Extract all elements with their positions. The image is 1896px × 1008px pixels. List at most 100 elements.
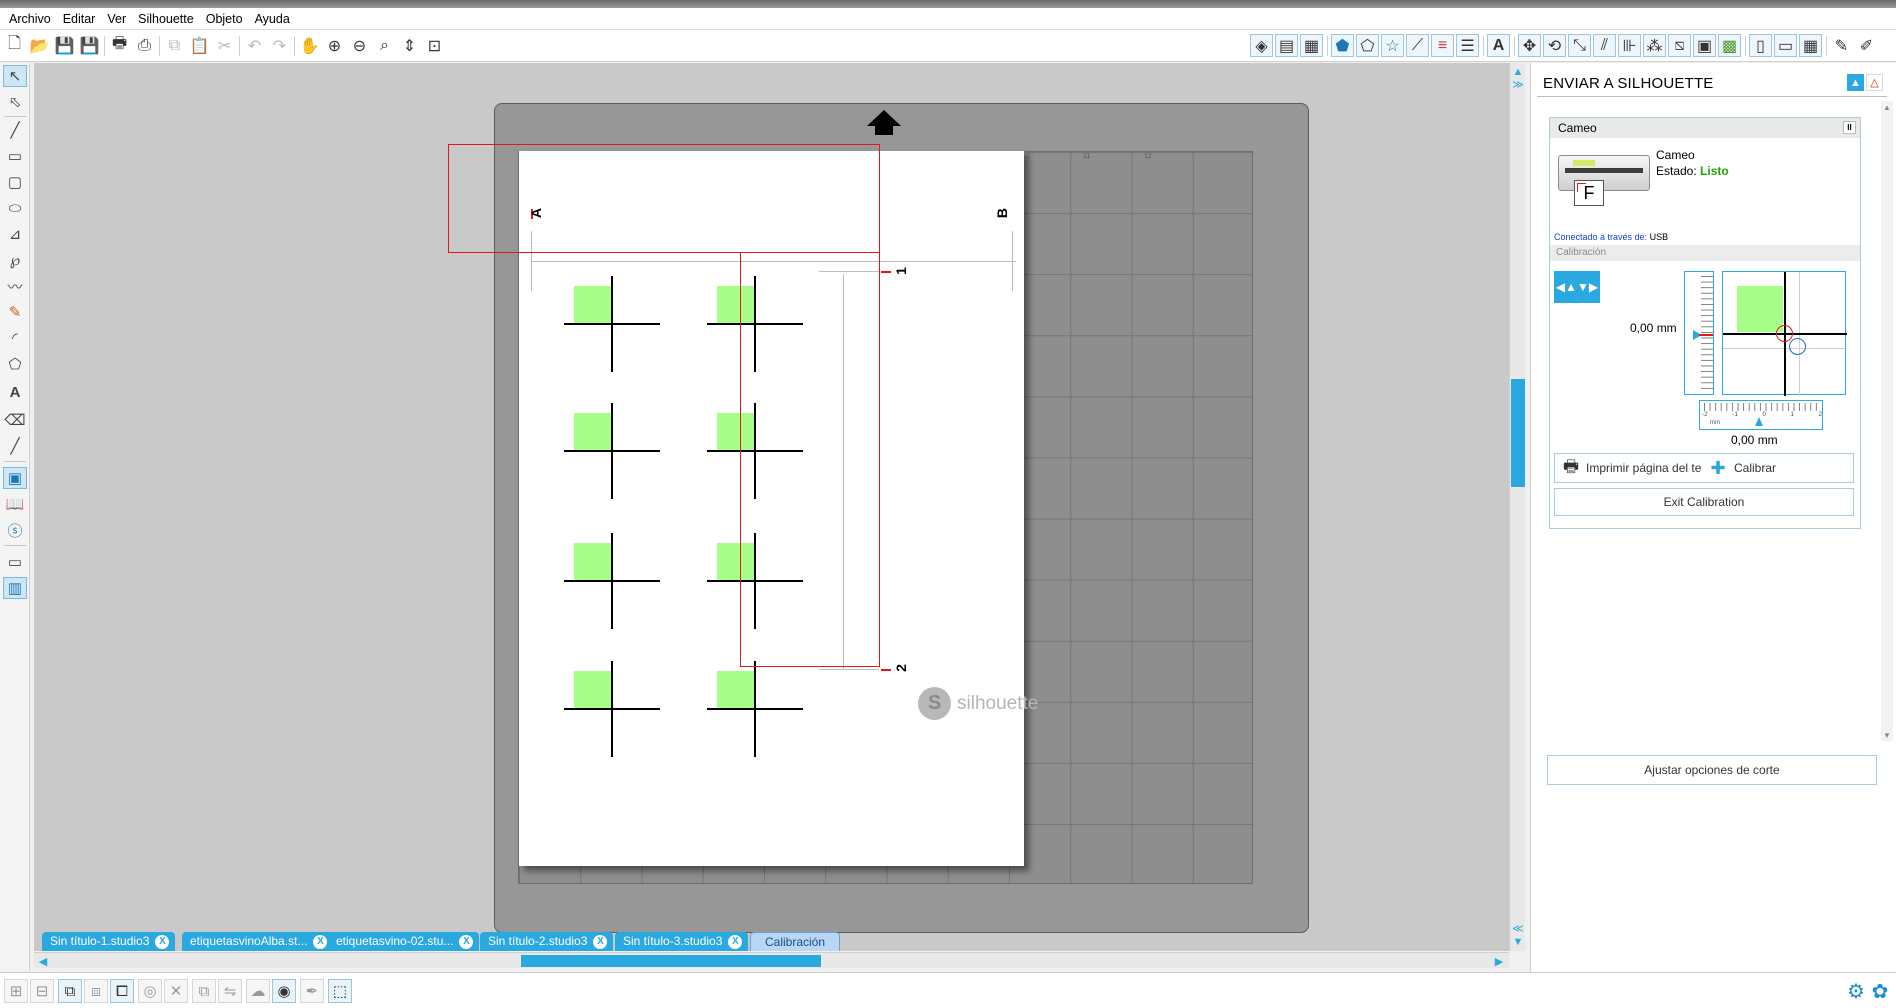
online-store-icon[interactable]: ⓢ <box>3 519 27 541</box>
sketch-icon[interactable]: ✎ <box>1830 34 1853 57</box>
replicate-icon[interactable]: ⁂ <box>1643 34 1666 57</box>
tab-sin-titulo-2[interactable]: Sin título-2.studio3 X <box>480 932 614 951</box>
duplicate-icon[interactable]: ⧉ <box>192 979 216 1003</box>
compound-path-icon[interactable]: ⧉ <box>58 979 82 1003</box>
panel-scroll-down-icon[interactable]: ▼ <box>1881 729 1893 741</box>
page-setup-icon[interactable]: ▤ <box>1275 34 1298 57</box>
design-view-icon[interactable]: ▣ <box>3 467 27 489</box>
fill-icon[interactable]: ⬟ <box>1331 34 1354 57</box>
pan-icon[interactable]: ✋ <box>298 34 321 57</box>
line-color-icon[interactable]: ≡ <box>1431 34 1454 57</box>
zoom-fit-icon[interactable]: ⊡ <box>423 34 446 57</box>
vertical-offset-ruler[interactable] <box>1684 271 1714 395</box>
horizontal-scrollbar[interactable]: ◀ ▶ <box>34 952 1509 968</box>
library-icon[interactable]: ▦ <box>1799 34 1822 57</box>
panel-scroll-up-icon[interactable]: ▲ <box>1881 101 1893 113</box>
eraser-tool-icon[interactable]: ⌫ <box>3 409 27 431</box>
scroll-right-icon[interactable]: ▶ <box>1492 954 1506 968</box>
ungroup-icon[interactable]: ⊟ <box>30 979 54 1003</box>
tab-close-icon[interactable]: X <box>155 935 170 949</box>
offset-icon[interactable]: ▣ <box>1693 34 1716 57</box>
scroll-left-icon[interactable]: ◀ <box>36 954 50 968</box>
fill-pattern-bottom-icon[interactable]: ☁ <box>246 979 270 1003</box>
ellipse-tool-icon[interactable]: ⬭ <box>3 197 27 219</box>
rectangle-tool-icon[interactable]: ▭ <box>3 145 27 167</box>
offset-bottom-icon[interactable]: ◉ <box>272 979 296 1003</box>
align-icon[interactable]: ⊪ <box>1618 34 1641 57</box>
pause-icon[interactable]: II <box>1843 121 1856 134</box>
mirror-icon[interactable]: ⇋ <box>218 979 242 1003</box>
modify-icon[interactable]: ⧅ <box>1668 34 1691 57</box>
tab-etiquetasvinoalba[interactable]: etiquetasvinoAlba.st... X <box>182 932 334 951</box>
calibrate-crosshair-icon[interactable]: ✚ <box>1708 458 1728 479</box>
curve-tool-icon[interactable]: ℘ <box>3 249 27 271</box>
new-document-icon[interactable]: 🗋 <box>3 34 26 57</box>
tab-etiquetasvino-02[interactable]: etiquetasvino-02.stu... X <box>328 932 480 951</box>
freehand-tool-icon[interactable]: 〰 <box>3 275 27 297</box>
tab-close-icon[interactable]: X <box>313 935 328 949</box>
zoom-in-icon[interactable]: ⊕ <box>323 34 346 57</box>
save-as-icon[interactable]: 💾 <box>78 34 101 57</box>
panel-scrollbar[interactable]: ▲ ▼ <box>1881 101 1893 741</box>
rotate-icon[interactable]: ⟲ <box>1543 34 1566 57</box>
grid-icon[interactable]: ▦ <box>1300 34 1323 57</box>
bring-to-front-icon[interactable]: ⧠ <box>110 979 134 1003</box>
zoom-select-icon[interactable]: ⌕ <box>373 34 396 57</box>
vertical-scrollbar[interactable]: ▲ ≫ ≪ ▼ <box>1509 63 1525 951</box>
horizontal-offset-pointer[interactable] <box>1755 417 1763 426</box>
nudge-arrows-button[interactable]: ◀▲▼▶ <box>1554 271 1600 303</box>
cut-settings-icon[interactable]: ▯ <box>1749 34 1772 57</box>
horizontal-offset-ruler[interactable]: -2 -1 0 1 2 mm <box>1699 400 1823 430</box>
text-icon[interactable]: A <box>1487 34 1510 57</box>
open-icon[interactable]: 📂 <box>28 34 51 57</box>
exit-calibration-button[interactable]: Exit Calibration <box>1554 488 1854 516</box>
text-style-icon[interactable]: ☰ <box>1456 34 1479 57</box>
select-tool-icon[interactable]: ↖ <box>3 65 27 87</box>
menu-objeto[interactable]: Objeto <box>200 8 249 30</box>
preferences-gear-icon[interactable]: ✿ <box>1868 979 1892 1003</box>
point-edit-tool-icon[interactable]: ⬁ <box>3 91 27 113</box>
menu-editar[interactable]: Editar <box>57 8 102 30</box>
print-test-page-button[interactable]: 🖶 Imprimir página del te ✚ Calibrar <box>1554 453 1854 483</box>
vertical-scroll-thumb[interactable] <box>1511 379 1525 487</box>
paste-icon[interactable]: 📋 <box>188 34 211 57</box>
delete-icon[interactable]: ✕ <box>164 979 188 1003</box>
panel-collapse-icon[interactable]: ▲ <box>1847 74 1864 91</box>
horizontal-scroll-thumb[interactable] <box>521 955 821 967</box>
scroll-down-icon[interactable]: ▼ <box>1511 935 1525 949</box>
arc-tool-icon[interactable]: ◜ <box>3 327 27 349</box>
menu-ver[interactable]: Ver <box>101 8 132 30</box>
tab-close-icon[interactable]: X <box>459 935 474 949</box>
print-icon[interactable]: 🖶 <box>108 34 131 57</box>
cut-icon[interactable]: ✂ <box>213 34 236 57</box>
settings-gear-icon[interactable]: ⚙ <box>1844 979 1868 1003</box>
send-to-silhouette-icon[interactable]: ▭ <box>1774 34 1797 57</box>
fill-color-icon[interactable]: ◈ <box>1250 34 1273 57</box>
scroll-up-double-icon[interactable]: ≫ <box>1511 77 1525 91</box>
text-tool-icon[interactable]: A <box>3 381 27 403</box>
rounded-rectangle-tool-icon[interactable]: ▢ <box>3 171 27 193</box>
weld-icon[interactable]: ◎ <box>138 979 162 1003</box>
fill-gradient-icon[interactable]: ⬠ <box>1356 34 1379 57</box>
shear-icon[interactable]: ⫽ <box>1593 34 1616 57</box>
redo-icon[interactable]: ↷ <box>268 34 291 57</box>
tab-close-icon[interactable]: X <box>593 935 608 949</box>
tab-close-icon[interactable]: X <box>728 935 743 949</box>
transform-panel-icon[interactable]: ⬚ <box>328 979 352 1003</box>
single-pane-icon[interactable]: ▭ <box>3 551 27 573</box>
release-compound-icon[interactable]: ⧈ <box>84 979 108 1003</box>
transform-icon[interactable]: ✥ <box>1518 34 1541 57</box>
menu-archivo[interactable]: Archivo <box>3 8 57 30</box>
fill-pattern-icon[interactable]: ☆ <box>1381 34 1404 57</box>
regular-polygon-tool-icon[interactable]: ⬠ <box>3 353 27 375</box>
calibrate-label[interactable]: Calibrar <box>1734 461 1776 475</box>
zoom-drag-icon[interactable]: ⇕ <box>398 34 421 57</box>
knife-tool-icon[interactable]: ╱ <box>3 435 27 457</box>
trace-icon[interactable]: ▩ <box>1718 34 1741 57</box>
scroll-down-double-icon[interactable]: ≪ <box>1511 921 1525 935</box>
adjust-cut-settings-button[interactable]: Ajustar opciones de corte <box>1547 755 1877 785</box>
tab-sin-titulo-3[interactable]: Sin título-3.studio3 X <box>615 932 749 951</box>
line-tool-icon[interactable]: ╱ <box>3 119 27 141</box>
line-style-icon[interactable]: ⟋ <box>1406 34 1429 57</box>
warning-icon[interactable]: △ <box>1866 74 1883 91</box>
